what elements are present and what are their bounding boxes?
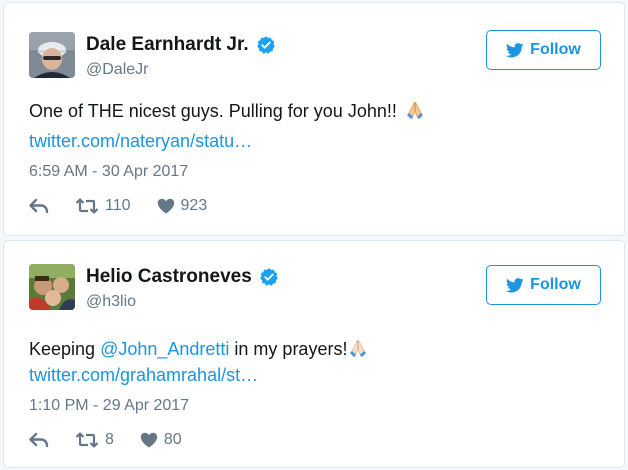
display-name[interactable]: Helio Castroneves xyxy=(86,266,279,288)
follow-label: Follow xyxy=(530,276,581,293)
tweet-text: One of THE nicest guys. Pulling for you … xyxy=(29,100,425,122)
retweet-count: 8 xyxy=(105,431,114,448)
handle[interactable]: @h3lio xyxy=(86,293,136,311)
timestamp[interactable]: 6:59 AM - 30 Apr 2017 xyxy=(29,163,188,181)
like-count: 923 xyxy=(180,197,208,214)
tweet-card: Helio Castroneves @h3lio Follow Keeping … xyxy=(3,240,625,468)
tweet-text-content: in my prayers! xyxy=(229,339,348,359)
timestamp[interactable]: 1:10 PM - 29 Apr 2017 xyxy=(29,397,189,415)
reply-button[interactable] xyxy=(29,432,49,448)
follow-button[interactable]: Follow xyxy=(486,30,601,70)
tweet-card: Dale Earnhardt Jr. @DaleJr Follow One of… xyxy=(3,2,625,236)
follow-button[interactable]: Follow xyxy=(486,265,601,305)
tweet-link[interactable]: twitter.com/nateryan/statu… xyxy=(29,131,252,152)
tweet-text-content: One of THE nicest guys. Pulling for you … xyxy=(29,101,397,121)
avatar[interactable] xyxy=(29,264,75,310)
handle[interactable]: @DaleJr xyxy=(86,61,148,79)
folded-hands-emoji xyxy=(350,339,367,357)
verified-badge-icon xyxy=(259,268,278,286)
retweet-icon xyxy=(75,198,99,214)
like-button[interactable]: 923 xyxy=(157,197,208,215)
tweet-text: Keeping @John_Andretti in my prayers! xyxy=(29,338,368,360)
heart-icon xyxy=(140,432,158,448)
retweet-count: 110 xyxy=(105,197,131,214)
folded-hands-emoji xyxy=(406,101,423,119)
display-name-text[interactable]: Dale Earnhardt Jr. xyxy=(86,34,249,56)
verified-badge-icon xyxy=(256,36,275,54)
reply-icon xyxy=(29,432,49,448)
follow-label: Follow xyxy=(530,41,581,58)
reply-button[interactable] xyxy=(29,198,49,214)
twitter-bird-icon xyxy=(506,42,524,57)
display-name-text[interactable]: Helio Castroneves xyxy=(86,266,252,288)
retweet-icon xyxy=(75,432,99,448)
retweet-button[interactable]: 8 xyxy=(75,431,114,449)
avatar[interactable] xyxy=(29,32,75,78)
twitter-bird-icon xyxy=(506,277,524,292)
heart-icon xyxy=(157,198,174,214)
display-name[interactable]: Dale Earnhardt Jr. xyxy=(86,34,276,56)
tweet-text-content: Keeping xyxy=(29,339,101,359)
tweet-link[interactable]: twitter.com/grahamrahal/st… xyxy=(29,365,258,386)
like-count: 80 xyxy=(163,431,182,448)
reply-icon xyxy=(29,198,49,214)
tweet-actions: 8 80 xyxy=(29,431,182,449)
mention-link[interactable]: @John_Andretti xyxy=(100,339,229,359)
like-button[interactable]: 80 xyxy=(140,431,182,449)
tweet-actions: 110 923 xyxy=(29,197,207,215)
retweet-button[interactable]: 110 xyxy=(75,197,131,215)
